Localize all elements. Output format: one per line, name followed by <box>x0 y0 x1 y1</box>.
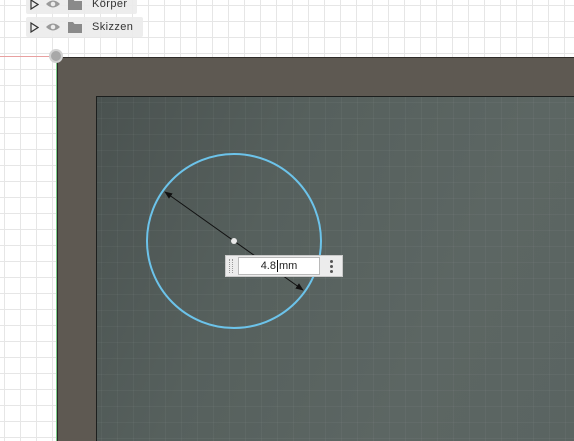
dimension-value-field[interactable]: 4.8 mm <box>238 257 320 275</box>
text-caret <box>276 260 278 272</box>
more-vertical-icon[interactable] <box>320 256 342 276</box>
drag-handle[interactable] <box>226 256 236 276</box>
dimension-unit: mm <box>278 260 298 272</box>
dimension-input-box: 4.8 mm <box>225 255 343 277</box>
sketch-canvas <box>146 153 322 329</box>
circle-center-point[interactable] <box>231 238 237 244</box>
dimension-value: 4.8 <box>260 260 276 272</box>
